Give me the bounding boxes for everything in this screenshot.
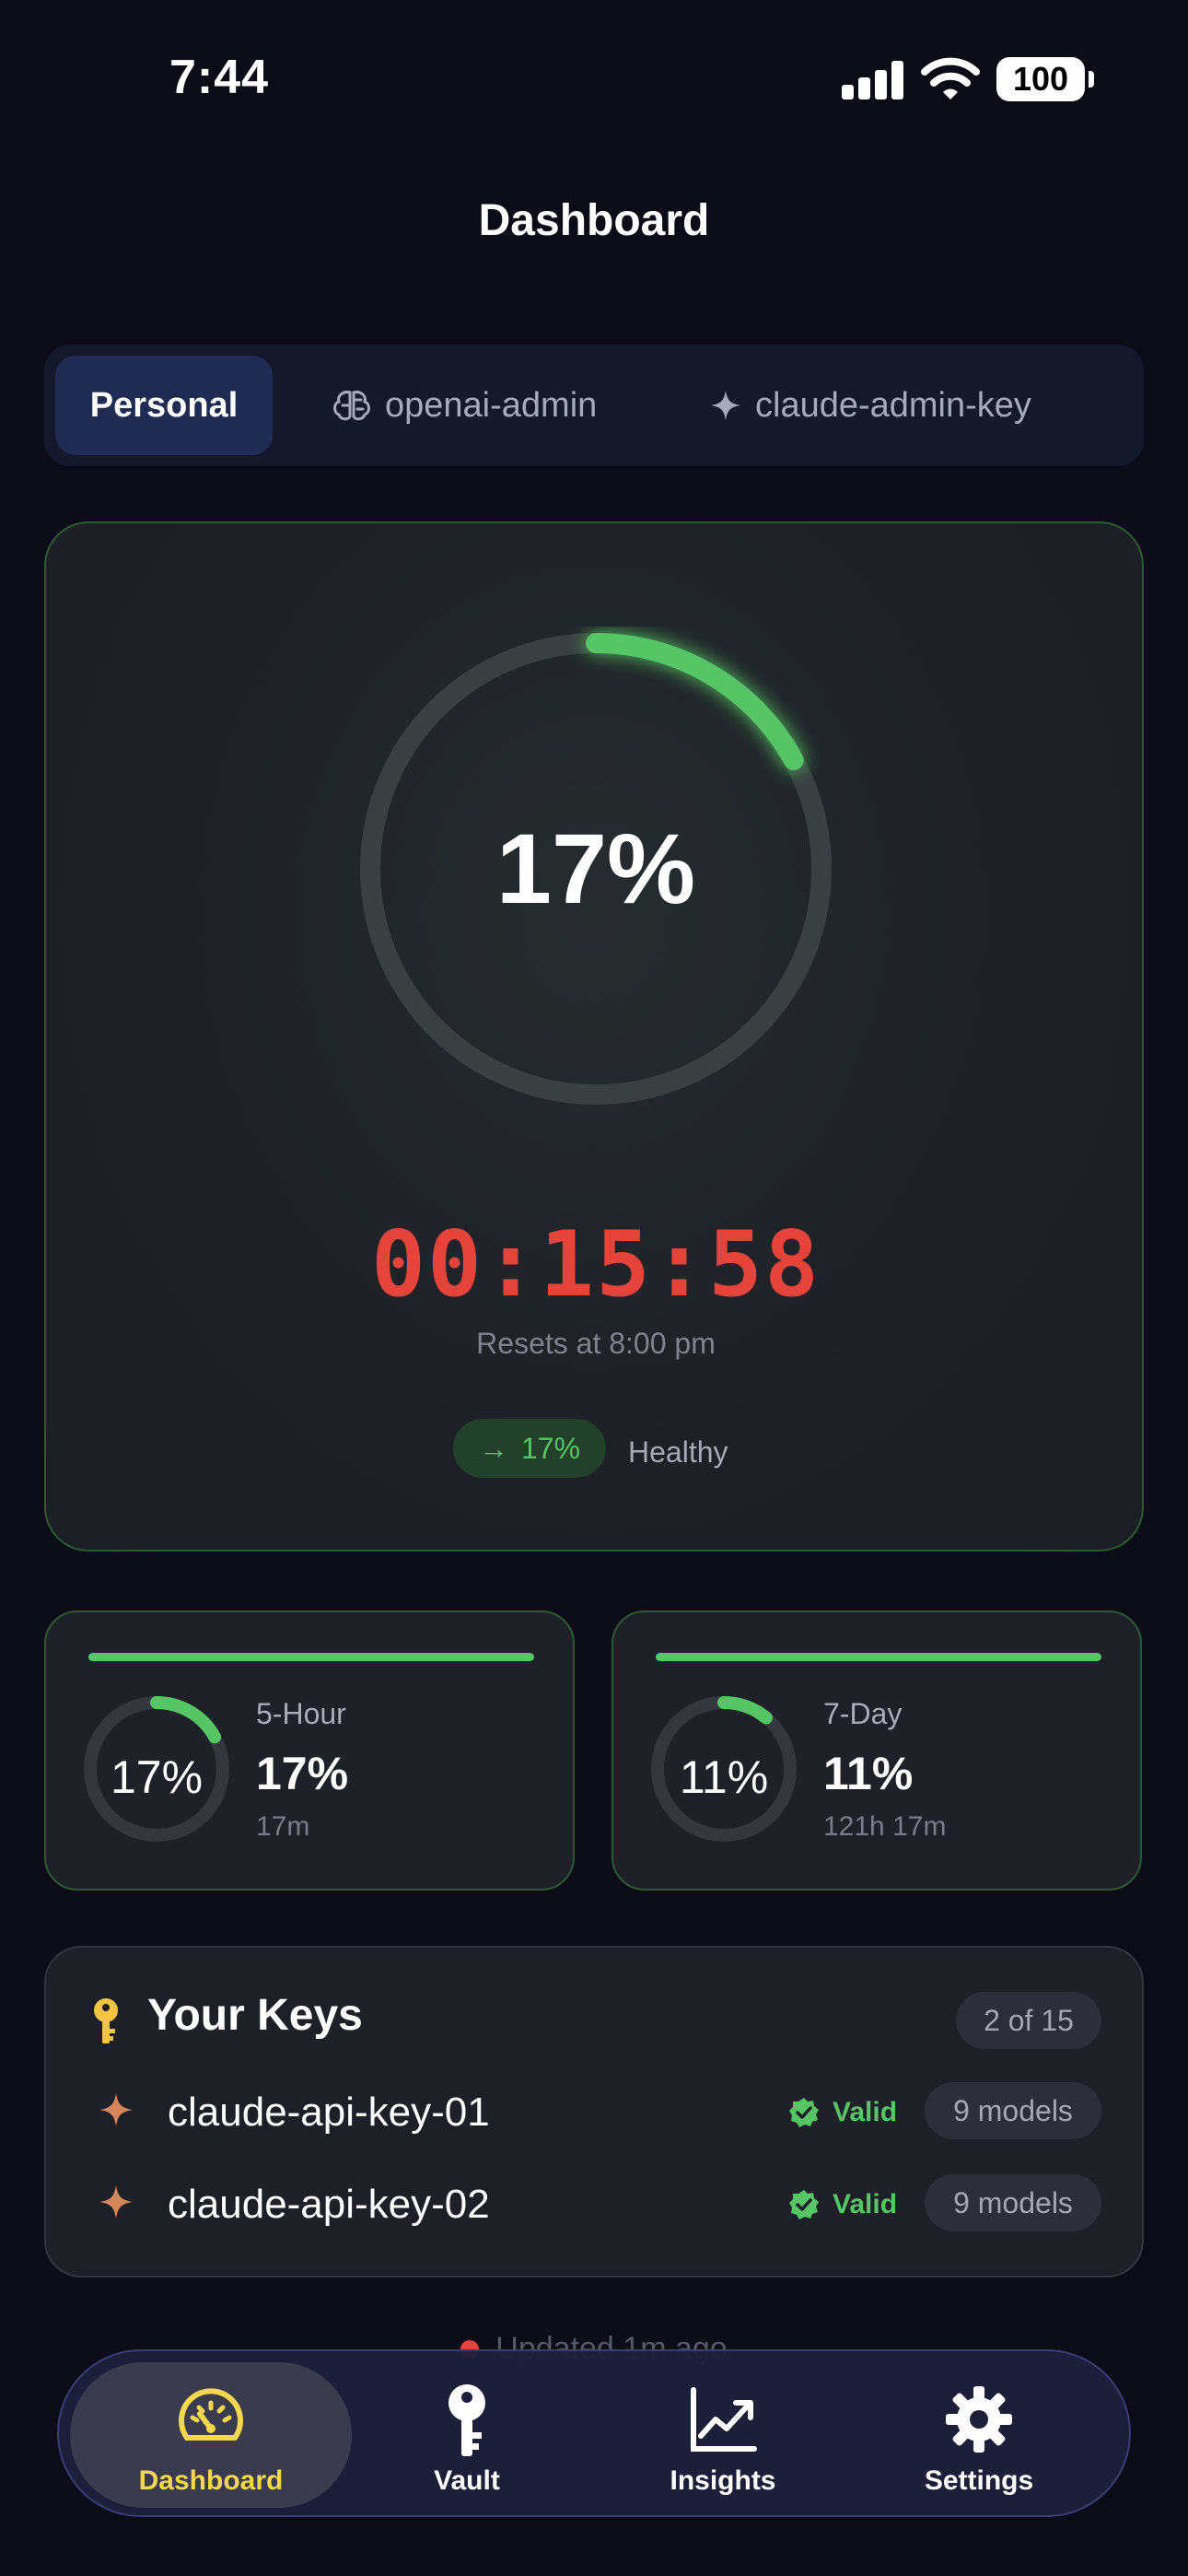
key-name: claude-api-key-01 [168, 2090, 490, 2135]
key-status-label: Valid [833, 2189, 898, 2219]
usage-card: 17% 00:15:58 Resets at 8:00 pm → 17% Hea… [44, 521, 1144, 1551]
key-row[interactable]: claude-api-key-01 Valid 9 models [46, 2073, 1146, 2147]
sparkle-icon [99, 2185, 133, 2219]
verified-check-icon [789, 2190, 819, 2219]
usage-percent: 17% [495, 813, 696, 924]
window-elapsed: 121h 17m [823, 1811, 947, 1842]
window-card-7-day[interactable]: 11% 7-Day 11% 121h 17m [611, 1610, 1142, 1891]
nav-vault[interactable]: Vault [326, 2362, 608, 2508]
arrow-right-icon: → [478, 1431, 508, 1465]
tab-label: claude-admin-key [755, 385, 1031, 425]
window-value: 17% [256, 1748, 349, 1799]
nav-label: Insights [670, 2465, 776, 2496]
keys-title: Your Keys [147, 1991, 363, 2040]
health-status: Healthy [628, 1435, 728, 1469]
speedometer-icon [179, 2388, 243, 2441]
reset-time-label: Resets at 8:00 pm [476, 1327, 716, 1360]
tab-personal[interactable]: Personal [55, 356, 273, 455]
window-label: 7-Day [823, 1697, 903, 1730]
key-models-badge: 9 models [925, 2174, 1101, 2231]
key-status-label: Valid [833, 2097, 898, 2127]
cellular-signal-icon [842, 61, 904, 100]
window-bar [656, 1653, 1101, 1661]
key-icon [94, 1998, 118, 2043]
battery-indicator: 100 [996, 57, 1094, 101]
window-bar [88, 1653, 534, 1661]
tab-claude-admin-key[interactable]: claude-admin-key [709, 356, 1133, 455]
keys-count-badge: 2 of 15 [956, 1992, 1101, 2049]
nav-dashboard[interactable]: Dashboard [70, 2362, 352, 2508]
window-label: 5-Hour [256, 1697, 346, 1730]
chart-icon [691, 2387, 757, 2452]
nav-settings[interactable]: Settings [838, 2362, 1120, 2508]
trend-value: 17% [520, 1431, 581, 1465]
key-row[interactable]: claude-api-key-02 Valid 9 models [46, 2165, 1146, 2239]
bottom-nav: Dashboard Vault Insights Settings [57, 2349, 1131, 2517]
status-bar: 7:44 100 [0, 0, 1188, 157]
window-card-5-hour[interactable]: 17% 5-Hour 17% 17m [44, 1610, 575, 1891]
window-value: 11% [823, 1748, 914, 1799]
nav-label: Settings [924, 2465, 1034, 2496]
window-ring-percent: 17% [110, 1751, 204, 1803]
trend-badge: → 17% [453, 1419, 606, 1478]
keys-card: Your Keys 2 of 15 claude-api-key-01 Vali… [44, 1946, 1144, 2277]
sparkle-icon [99, 2093, 133, 2126]
account-switcher: Personal openai-admin claude-admin-key [44, 345, 1144, 466]
key-status: Valid [788, 2189, 897, 2220]
key-status: Valid [788, 2097, 897, 2128]
tab-openai-admin[interactable]: openai-admin [332, 356, 681, 455]
sparkle-icon [711, 391, 740, 420]
wifi-icon [921, 57, 980, 100]
page-title: Dashboard [478, 196, 710, 245]
tab-label: openai-admin [385, 385, 598, 425]
window-elapsed: 17m [256, 1811, 310, 1842]
reset-countdown: 00:15:58 [370, 1212, 821, 1317]
gear-icon [946, 2386, 1012, 2453]
key-icon [448, 2384, 485, 2456]
key-name: claude-api-key-02 [168, 2182, 490, 2227]
nav-insights[interactable]: Insights [582, 2362, 864, 2508]
tab-label: Personal [89, 385, 239, 425]
window-ring-percent: 11% [679, 1751, 769, 1803]
nav-label: Dashboard [138, 2465, 284, 2496]
nav-label: Vault [434, 2465, 500, 2496]
key-models-badge: 9 models [925, 2082, 1101, 2139]
status-time: 7:44 [169, 51, 270, 104]
verified-check-icon [789, 2098, 819, 2127]
brain-icon [333, 391, 370, 421]
